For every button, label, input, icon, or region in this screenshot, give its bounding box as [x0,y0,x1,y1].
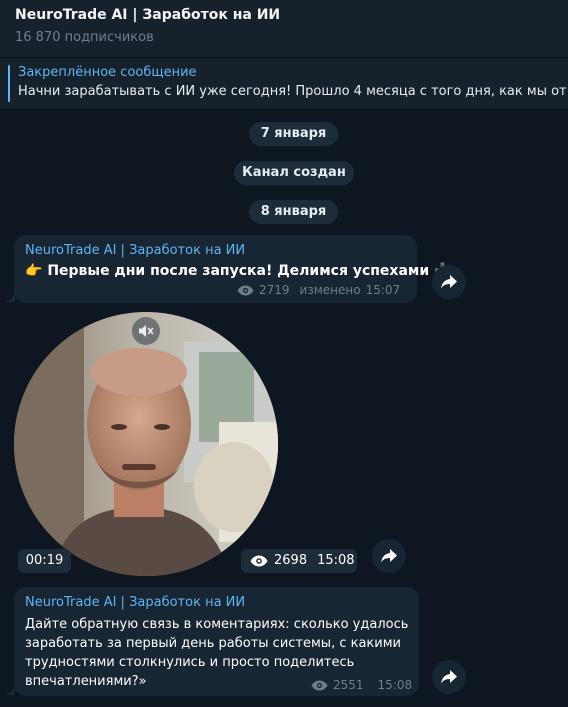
pinned-message-bar[interactable]: Закреплённое сообщение Начни зарабатыват… [0,58,568,110]
share-icon [441,670,457,684]
message-meta: 2719 изменено 15:07 [237,283,400,297]
share-icon [441,275,457,289]
eye-icon [250,555,268,567]
message-time: 15:07 [365,283,401,297]
eye-icon [311,680,328,690]
date-chip-first: 7 января [249,122,338,146]
subscriber-count: 16 870 подписчиков [15,30,154,45]
video-meta: 2698 15:08 [241,549,357,573]
message-time: 15:08 [317,553,355,568]
video-message-circle[interactable] [14,312,278,576]
message-text: 👉 Первые дни после запуска! Делимся успе… [25,263,451,279]
view-count: 2719 [259,283,290,297]
message-time: 15:08 [377,678,413,692]
share-icon [381,549,397,563]
message-bubble-1[interactable]: NeuroTrade AI | Заработок на ИИ 👉 Первые… [14,235,451,303]
message-sender[interactable]: NeuroTrade AI | Заработок на ИИ [25,595,245,610]
pointing-hand-emoji: 👉 [25,263,43,279]
share-button-2[interactable] [372,539,406,573]
channel-title[interactable]: NeuroTrade AI | Заработок на ИИ [15,7,280,23]
message-text-line: заработать за первый день работы системы… [25,636,401,651]
view-count: 2551 [333,678,364,692]
video-frame-thumbnail [14,312,278,576]
message-sender[interactable]: NeuroTrade AI | Заработок на ИИ [25,243,245,258]
eye-icon [237,285,254,295]
message-text-body: Первые дни после запуска! Делимся успеха… [47,263,430,279]
date-chip-second: 8 января [249,200,338,224]
mute-icon [139,325,154,337]
pinned-accent-bar [8,65,10,102]
message-text-line: Дайте обратную связь в коментариях: скол… [25,617,409,632]
message-text-line: трудностями столкнулись и просто поделит… [25,655,355,670]
service-message-channel-created: Канал создан [234,161,354,185]
pinned-text: Начни зарабатывать с ИИ уже сегодня! Про… [18,84,567,99]
mute-button[interactable] [132,317,160,345]
message-meta: 2551 15:08 [311,678,412,692]
share-button-3[interactable] [432,660,466,694]
pinned-label: Закреплённое сообщение [18,65,197,80]
message-bubble-3[interactable]: NeuroTrade AI | Заработок на ИИ Дайте об… [14,587,419,696]
channel-header[interactable]: NeuroTrade AI | Заработок на ИИ 16 870 п… [0,0,568,58]
share-button-1[interactable] [432,265,466,299]
view-count: 2698 [274,553,308,568]
edited-label: изменено [299,283,361,297]
video-duration: 00:19 [18,549,71,573]
